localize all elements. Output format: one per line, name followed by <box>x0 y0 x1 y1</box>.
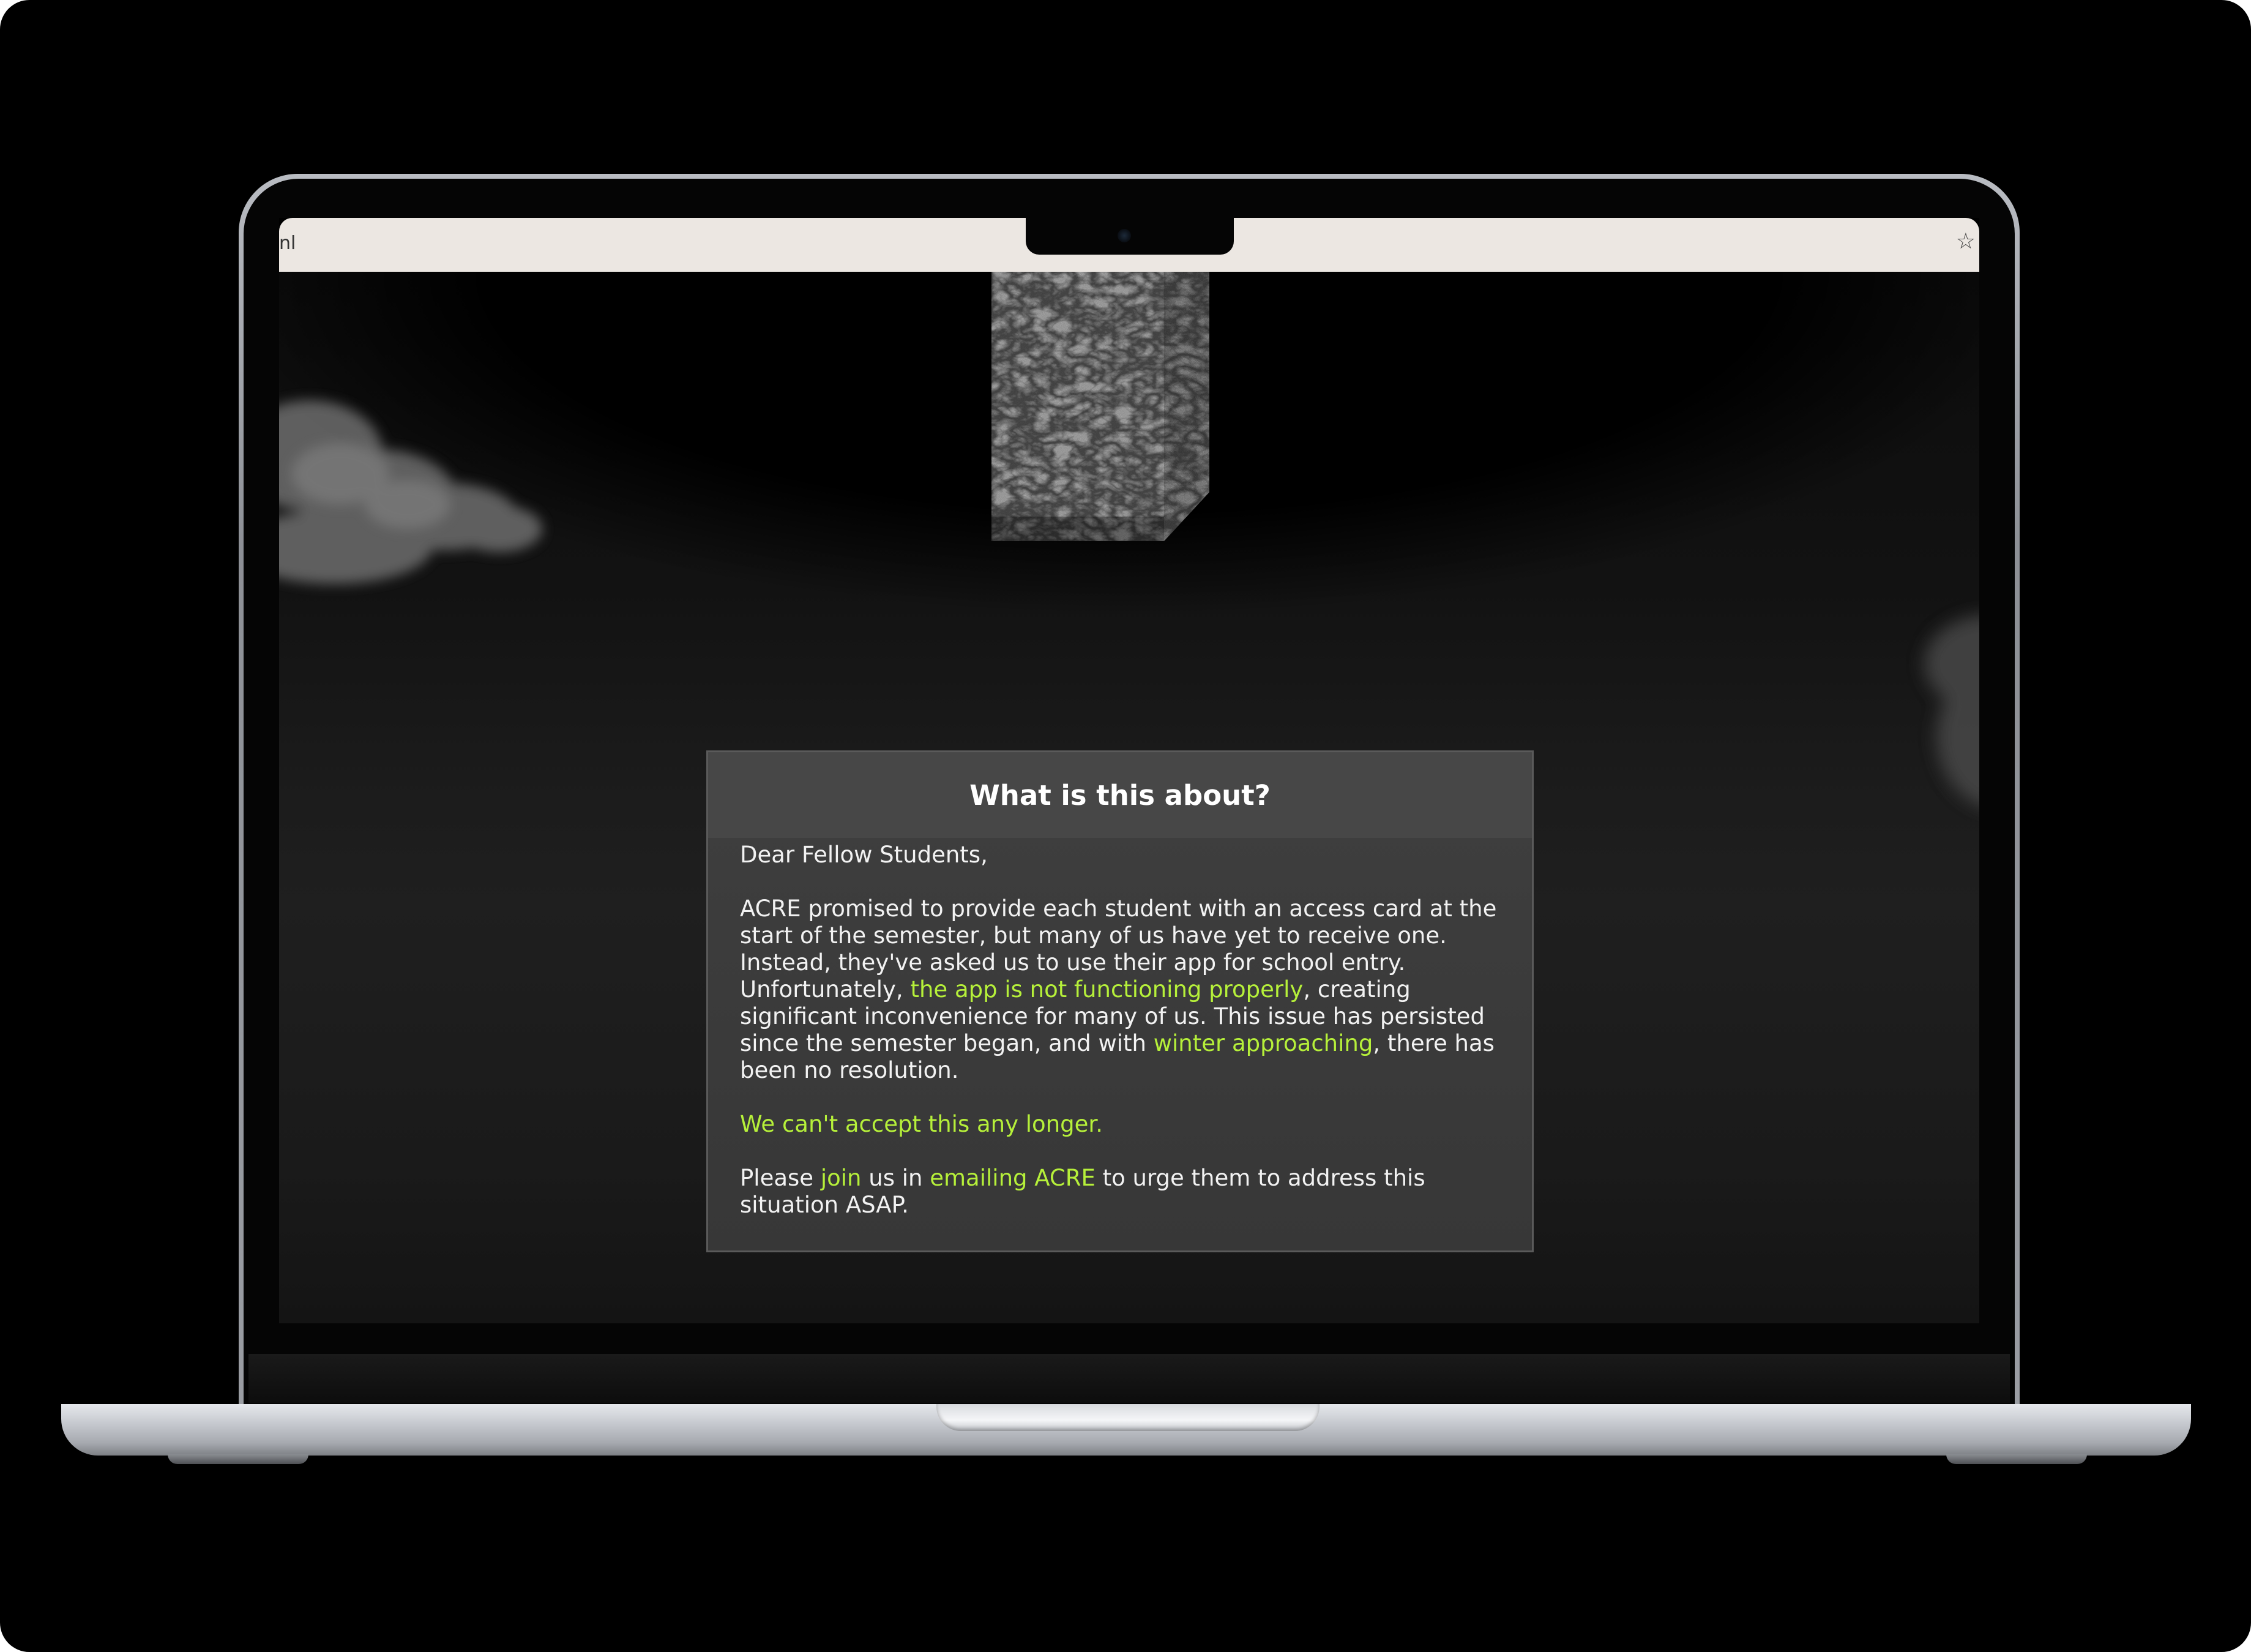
laptop-foot-left <box>168 1454 308 1464</box>
web-page: What is this about? Dear Fellow Students… <box>279 272 1979 1323</box>
stone-pillar-image <box>991 272 1209 541</box>
issue-paragraph: ACRE promised to provide each student wi… <box>740 895 1500 1084</box>
camera-notch <box>1026 218 1234 255</box>
cloud-image-left <box>279 400 542 584</box>
emphasis-text: We can't accept this any longer. <box>740 1111 1103 1137</box>
modal-title: What is this about? <box>969 779 1271 812</box>
laptop-opening-notch <box>936 1404 1320 1431</box>
cta-text-1: Please <box>740 1165 821 1191</box>
modal-body: Dear Fellow Students, ACRE promised to p… <box>708 838 1532 1219</box>
cloud-image-right <box>1924 615 1979 805</box>
camera-icon <box>1118 229 1131 242</box>
email-acre-link[interactable]: emailing ACRE <box>930 1165 1096 1191</box>
screen-bottom-bezel <box>248 1354 2010 1403</box>
cta-text-2: us in <box>861 1165 930 1191</box>
app-not-working-link[interactable]: the app is not functioning properly <box>910 976 1303 1003</box>
laptop-foot-right <box>1946 1454 2087 1464</box>
join-link[interactable]: join <box>821 1165 862 1191</box>
greeting-text: Dear Fellow Students, <box>740 842 988 868</box>
address-bar-text[interactable]: nl <box>279 233 296 254</box>
device-mockup-frame: nl ☆ What is this about? Dear Fellow Stu… <box>0 0 2251 1652</box>
cta-paragraph: Please join us in emailing ACRE to urge … <box>740 1165 1500 1219</box>
winter-approaching-link[interactable]: winter approaching <box>1154 1030 1373 1056</box>
laptop-screen: nl ☆ What is this about? Dear Fellow Stu… <box>279 218 1979 1323</box>
modal-header: What is this about? <box>708 752 1532 838</box>
star-icon[interactable]: ☆ <box>1956 229 1976 254</box>
info-modal: What is this about? Dear Fellow Students… <box>706 750 1534 1252</box>
